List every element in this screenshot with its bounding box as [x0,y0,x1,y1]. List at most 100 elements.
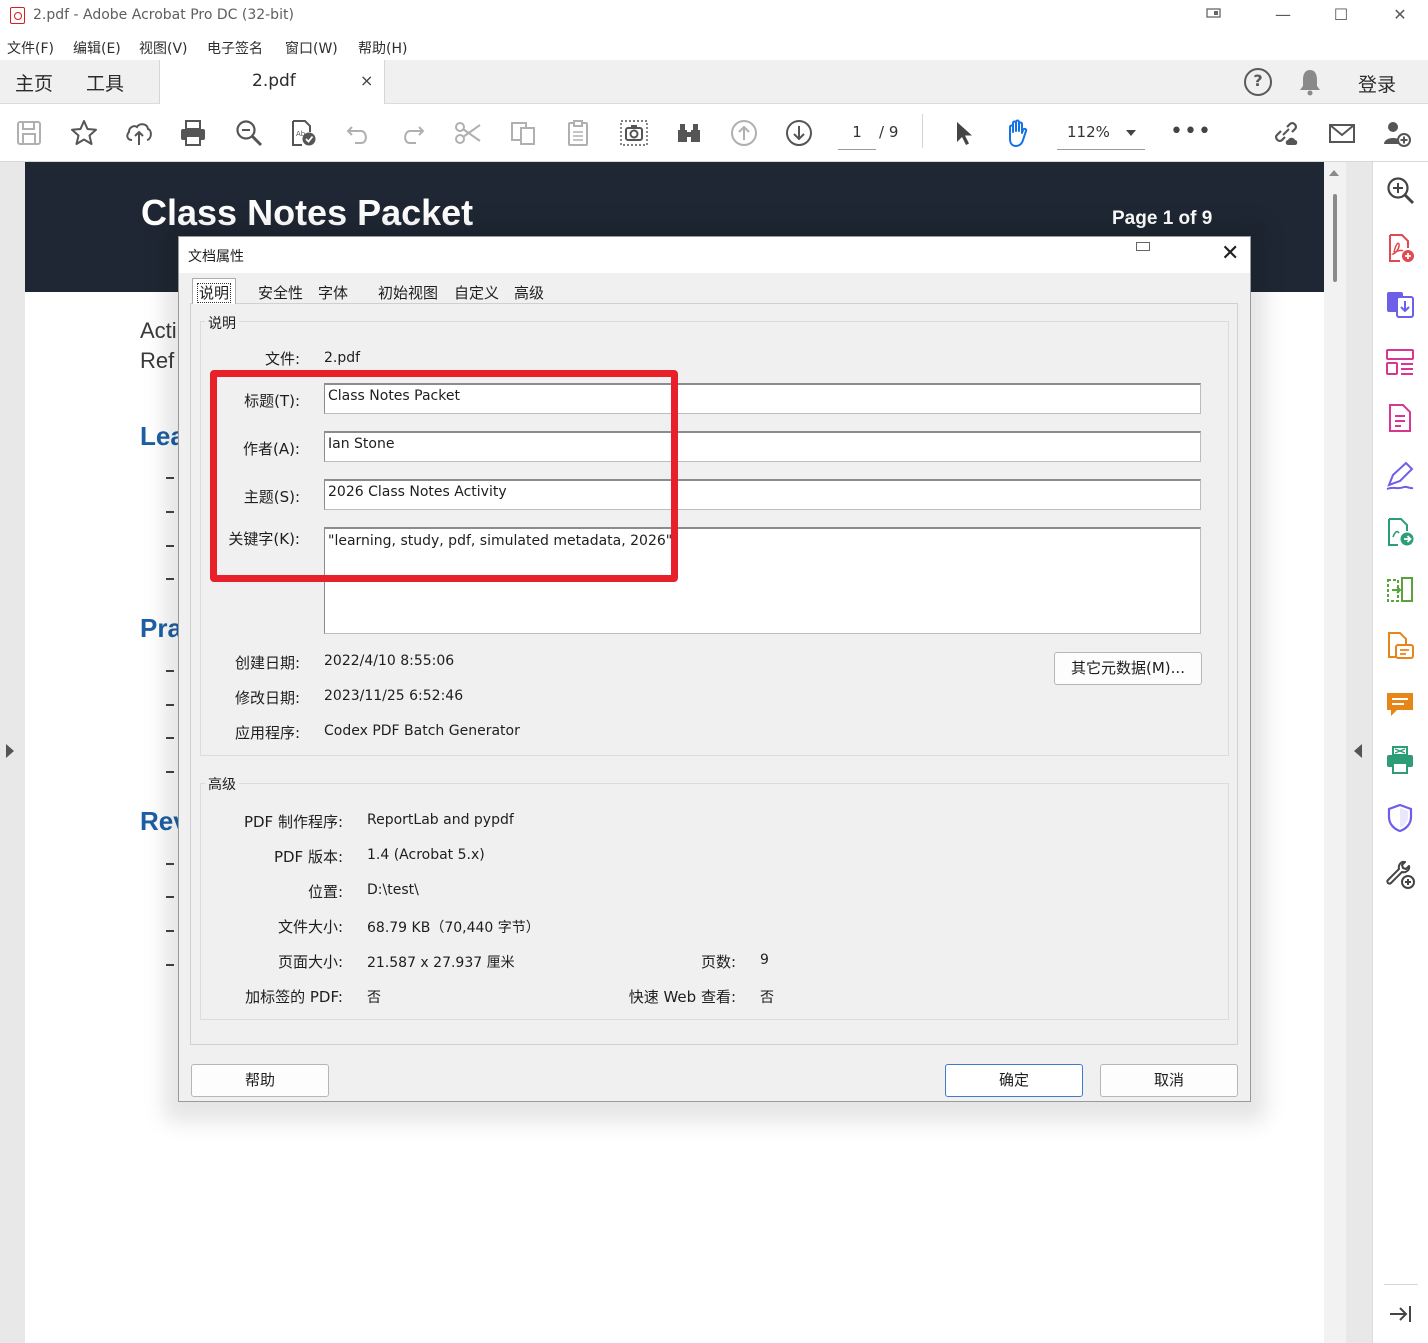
share-link-icon[interactable] [1269,116,1303,150]
page-size-label: 页面大小: [277,953,343,971]
file-label: 文件: [264,350,300,368]
pdf-producer-value: ReportLab and pypdf [367,812,514,828]
modified-date-label: 修改日期: [234,689,300,707]
tab-description[interactable]: 说明 [192,278,237,304]
protect-shield-icon[interactable] [1384,802,1416,834]
print-production-icon[interactable] [1384,744,1416,776]
vertical-scrollbar[interactable] [1324,162,1346,1343]
menu-window[interactable]: 窗口(W) [285,38,338,58]
bookmark-star-icon[interactable] [67,116,101,150]
ok-button[interactable]: 确定 [945,1064,1083,1097]
pdf-version-value: 1.4 (Acrobat 5.x) [367,847,485,863]
page-total-label: / 9 [879,123,899,141]
email-envelope-icon[interactable] [1325,116,1359,150]
chevron-down-icon[interactable] [1126,130,1136,136]
tools-pane-divider [1384,1284,1418,1285]
tab-security[interactable]: 安全性 [258,278,303,304]
tab-initial-view[interactable]: 初始视图 [378,278,438,304]
next-page-icon[interactable] [782,116,816,150]
restore-mode-icon[interactable] [1186,0,1242,32]
fast-web-view-value: 否 [760,990,774,1006]
additional-metadata-button[interactable]: 其它元数据(M)... [1054,652,1202,685]
close-tab-icon[interactable]: × [360,71,373,90]
page-count-value: 9 [760,952,769,968]
tab-description-label: 说明 [197,283,232,303]
minimize-button[interactable]: — [1255,0,1311,32]
more-tools-wrench-icon[interactable] [1384,858,1416,890]
create-pdf-icon[interactable] [1384,232,1416,264]
edit-pdf-icon[interactable] [1384,402,1416,434]
scrollbar-thumb[interactable] [1333,194,1337,282]
more-tools-icon[interactable]: ••• [1170,119,1212,144]
select-cursor-icon[interactable] [946,116,980,150]
collapse-pane-icon[interactable] [1384,1298,1416,1330]
zoom-search-icon[interactable] [232,116,266,150]
pdf-version-label: PDF 版本: [273,848,343,866]
combine-files-icon[interactable] [1384,630,1416,662]
bell-icon[interactable] [1298,68,1322,96]
hand-tool-icon[interactable] [1001,116,1035,150]
modified-date-value: 2023/11/25 6:52:46 [324,688,464,704]
export-pdf-icon[interactable] [1384,288,1416,320]
snapshot-camera-icon[interactable] [617,116,651,150]
sign-in-link[interactable]: 登录 [1358,70,1396,97]
window-title: 2.pdf - Adobe Acrobat Pro DC (32-bit) [33,7,294,23]
toolbar-divider [922,114,923,148]
tagged-pdf-label: 加标签的 PDF: [245,988,343,1006]
location-value: D:\test\ [367,882,419,898]
help-button[interactable]: 帮助 [191,1064,329,1097]
enhance-scan-zoom-icon[interactable] [1384,174,1416,206]
dialog-close-icon[interactable]: ✕ [1221,241,1239,266]
paste-clipboard-icon[interactable] [561,116,595,150]
menu-file[interactable]: 文件(F) [7,38,54,58]
file-size-label: 文件大小: [277,918,343,936]
binoculars-find-icon[interactable] [672,116,706,150]
copy-icon[interactable] [506,116,540,150]
created-date-label: 创建日期: [234,654,300,672]
fast-web-view-label: 快速 Web 查看: [628,988,736,1006]
collapse-right-panel-icon[interactable] [1354,744,1362,758]
add-user-icon[interactable] [1380,116,1414,150]
close-window-button[interactable]: ✕ [1372,0,1428,32]
help-icon[interactable]: ? [1244,68,1272,96]
tab-custom[interactable]: 自定义 [454,278,499,304]
tab-advanced[interactable]: 高级 [514,278,544,304]
comment-icon[interactable] [1384,688,1416,720]
print-icon[interactable] [176,116,210,150]
organize-pages-icon[interactable] [1384,346,1416,378]
redo-icon[interactable] [396,116,430,150]
send-for-signature-icon[interactable] [1384,516,1416,548]
page-number-input[interactable]: 1 [838,114,876,150]
save-icon[interactable] [12,116,46,150]
cancel-button[interactable]: 取消 [1100,1064,1238,1097]
toolbar [0,104,1428,162]
menu-esign[interactable]: 电子签名 [207,38,263,58]
application-label: 应用程序: [234,724,300,742]
compare-files-icon[interactable] [1384,574,1416,606]
description-group-label: 说明 [205,313,239,333]
home-tab[interactable]: 主页 [15,69,53,96]
application-value: Codex PDF Batch Generator [324,723,520,739]
expand-left-panel-icon[interactable] [6,744,14,758]
page-size-value: 21.587 x 27.937 厘米 [367,955,515,971]
menu-view[interactable]: 视图(V) [139,38,188,58]
maximize-button[interactable]: ☐ [1313,0,1369,32]
previous-page-icon[interactable] [727,116,761,150]
fill-sign-icon[interactable] [1384,460,1416,492]
location-label: 位置: [307,883,343,901]
upload-cloud-icon[interactable] [122,116,156,150]
pdf-producer-label: PDF 制作程序: [243,813,343,831]
tab-fonts[interactable]: 字体 [318,278,348,304]
scroll-up-icon[interactable] [1329,170,1339,176]
menu-edit[interactable]: 编辑(E) [73,38,121,58]
cut-scissors-icon[interactable] [451,116,485,150]
highlight-rectangle [210,370,678,582]
tools-tab[interactable]: 工具 [86,69,124,96]
verify-document-icon[interactable]: Ab [286,116,320,150]
acrobat-logo-icon [10,7,25,24]
menu-help[interactable]: 帮助(H) [358,38,407,58]
document-tab[interactable]: 2.pdf × [159,60,385,104]
undo-icon[interactable] [341,116,375,150]
created-date-value: 2022/4/10 8:55:06 [324,653,455,669]
dialog-mode-icon[interactable] [1136,242,1150,251]
